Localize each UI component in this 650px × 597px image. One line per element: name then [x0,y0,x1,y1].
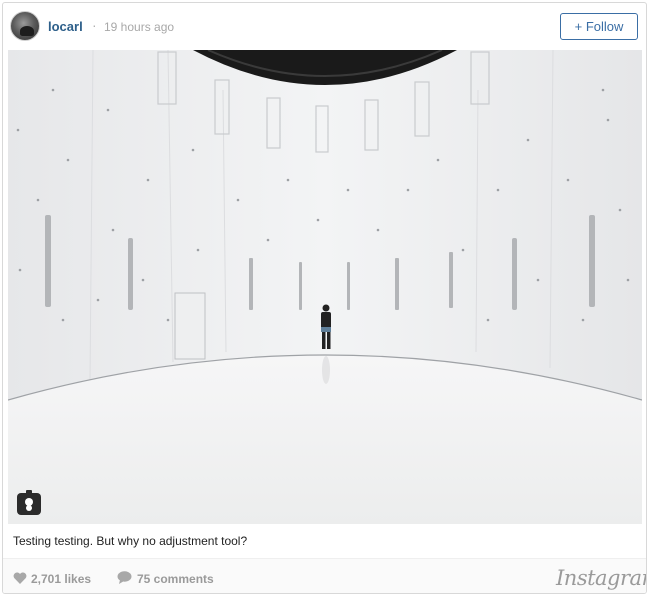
username-link[interactable]: locarl [48,19,83,34]
heart-icon[interactable] [13,572,27,584]
likes-count[interactable]: 2,701 likes [31,572,91,586]
comments-count[interactable]: 75 comments [137,572,214,586]
post-timestamp[interactable]: 19 hours ago [104,20,174,34]
photo-art [8,50,642,524]
instagram-embed-card: locarl · 19 hours ago + Follow Testing t… [2,2,647,594]
instagram-logo[interactable]: Instagram [556,566,646,590]
separator-dot: · [92,17,97,33]
post-header: locarl · 19 hours ago + Follow [3,3,646,51]
avatar[interactable] [10,11,40,41]
comment-icon[interactable] [117,571,132,584]
post-photo[interactable] [8,50,642,524]
post-footer: 2,701 likes 75 comments Instagram [3,558,646,593]
follow-button[interactable]: + Follow [560,13,638,40]
post-caption: Testing testing. But why no adjustment t… [13,534,248,548]
user-tag-icon[interactable] [17,490,41,515]
